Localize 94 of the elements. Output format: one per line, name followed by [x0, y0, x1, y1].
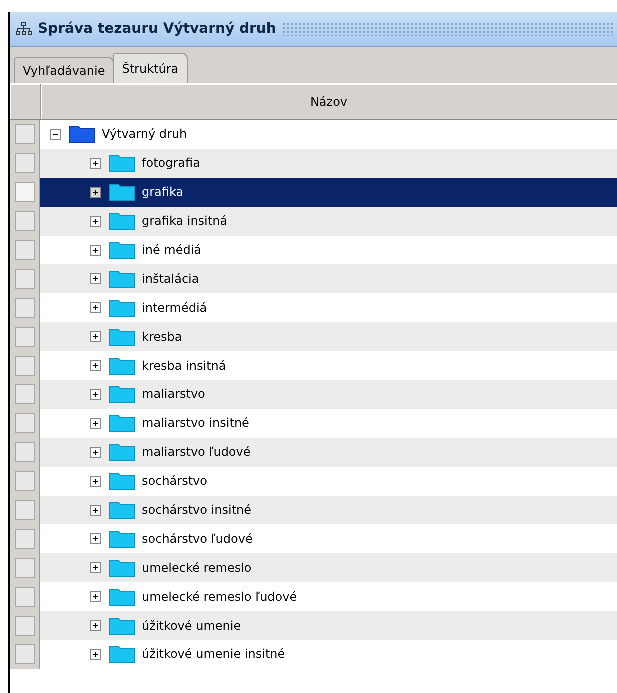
- folder-icon: [109, 442, 136, 462]
- expand-icon[interactable]: [90, 533, 101, 544]
- expand-icon[interactable]: [90, 648, 101, 660]
- row-checkbox[interactable]: [14, 471, 34, 492]
- expand-icon[interactable]: [90, 620, 101, 632]
- row-checkbox[interactable]: [14, 500, 34, 520]
- expand-icon[interactable]: [90, 388, 101, 400]
- tree-item-label: umelecké remeslo ľudové: [142, 590, 298, 604]
- row-checkbox[interactable]: [14, 586, 34, 607]
- expand-icon[interactable]: [90, 446, 101, 458]
- folder-icon: [109, 182, 136, 202]
- row-checkbox[interactable]: [14, 326, 34, 347]
- tree-row[interactable]: sochárstvo ľudové: [10, 524, 617, 554]
- tree-row[interactable]: grafika insitná: [10, 206, 617, 236]
- expand-icon[interactable]: [90, 273, 101, 284]
- folder-icon: [109, 356, 136, 376]
- row-checkbox[interactable]: [14, 413, 34, 434]
- tree-row[interactable]: sochárstvo: [10, 466, 617, 496]
- tree-item-label: sochárstvo ľudové: [142, 532, 253, 546]
- row-checkbox[interactable]: [14, 616, 34, 636]
- row-checkbox[interactable]: [14, 268, 34, 289]
- expand-icon[interactable]: [90, 360, 101, 372]
- folder-icon: [109, 240, 136, 260]
- tree-item-label: úžitkové umenie insitné: [142, 647, 286, 662]
- tree-row[interactable]: umelecké remeslo: [10, 553, 617, 582]
- folder-icon: [109, 211, 136, 232]
- tree-item-label: iné médiá: [142, 243, 202, 257]
- expand-icon[interactable]: [90, 158, 101, 169]
- folder-icon: [109, 153, 136, 174]
- row-checkbox[interactable]: [14, 442, 34, 462]
- header-corner: [10, 84, 41, 119]
- folder-icon: [109, 326, 136, 347]
- row-checkbox[interactable]: [14, 528, 34, 549]
- tree-item-label: sochárstvo: [142, 474, 208, 488]
- expand-icon[interactable]: [90, 504, 101, 516]
- tree-item-label: umelecké remeslo: [142, 560, 252, 575]
- tree-item-label: maliarstvo ľudové: [142, 445, 251, 460]
- folder-icon: [109, 558, 136, 578]
- tree-row[interactable]: maliarstvo: [10, 380, 617, 409]
- tab[interactable]: Vyhľadávanie: [14, 57, 114, 83]
- row-checkbox[interactable]: [14, 356, 34, 376]
- row-checkbox[interactable]: [14, 153, 34, 174]
- row-checkbox[interactable]: [14, 124, 34, 144]
- tree-item-label: intermédiá: [142, 300, 208, 315]
- tree-item-label: kresba insitná: [142, 358, 226, 373]
- tree-item-label: grafika insitná: [142, 214, 228, 228]
- expand-icon[interactable]: [90, 216, 101, 227]
- expand-icon[interactable]: [90, 418, 101, 429]
- tree-item-label: sochárstvo insitné: [142, 503, 252, 518]
- folder-icon: [109, 268, 136, 289]
- row-checkbox[interactable]: [14, 644, 34, 664]
- expand-icon[interactable]: [90, 562, 101, 574]
- collapse-icon[interactable]: [50, 128, 61, 140]
- tree-item-label: inštalácia: [142, 272, 200, 286]
- expand-icon[interactable]: [90, 331, 101, 342]
- expand-icon[interactable]: [90, 591, 101, 602]
- row-checkbox[interactable]: [14, 384, 34, 404]
- tree-row[interactable]: grafika: [10, 178, 617, 207]
- folder-icon: [109, 471, 136, 492]
- tree-item-label: maliarstvo: [142, 387, 206, 402]
- folder-icon: [109, 500, 136, 520]
- tree-item-label: úžitkové umenie: [142, 618, 242, 633]
- row-checkbox[interactable]: [14, 240, 34, 260]
- row-checkbox[interactable]: [14, 182, 34, 202]
- tree-row[interactable]: fotografia: [10, 148, 617, 178]
- tree-row[interactable]: sochárstvo insitné: [10, 496, 617, 524]
- expand-icon[interactable]: [90, 302, 101, 314]
- tree-row[interactable]: iné médiá: [10, 236, 617, 264]
- tab[interactable]: Štruktúra: [113, 53, 188, 83]
- tree-item-label: maliarstvo insitné: [142, 416, 250, 430]
- tree-row[interactable]: inštalácia: [10, 264, 617, 294]
- tree-row[interactable]: maliarstvo ľudové: [10, 438, 617, 467]
- folder-icon: [109, 616, 136, 636]
- row-checkbox[interactable]: [14, 298, 34, 318]
- window-title: Správa tezauru Výtvarný druh: [38, 21, 276, 37]
- row-checkbox[interactable]: [14, 558, 34, 578]
- hierarchy-icon: [16, 22, 32, 36]
- folder-icon: [109, 528, 136, 549]
- tree-row[interactable]: úžitkové umenie: [10, 611, 617, 640]
- tree-item-label: kresba: [142, 330, 182, 344]
- tree-item-label: Výtvarný druh: [102, 127, 188, 142]
- folder-icon: [69, 124, 96, 144]
- expand-icon[interactable]: [90, 476, 101, 487]
- folder-icon: [109, 384, 136, 404]
- tree-row[interactable]: kresba: [10, 322, 617, 352]
- expand-icon[interactable]: [90, 186, 101, 198]
- folder-icon: [109, 298, 136, 318]
- expand-icon[interactable]: [90, 244, 101, 256]
- folder-icon: [109, 586, 136, 607]
- folder-icon: [109, 644, 136, 664]
- tree-item-label: fotografia: [142, 156, 200, 170]
- tree-item-label: grafika: [142, 185, 184, 200]
- folder-icon: [109, 413, 136, 434]
- row-checkbox[interactable]: [14, 211, 34, 232]
